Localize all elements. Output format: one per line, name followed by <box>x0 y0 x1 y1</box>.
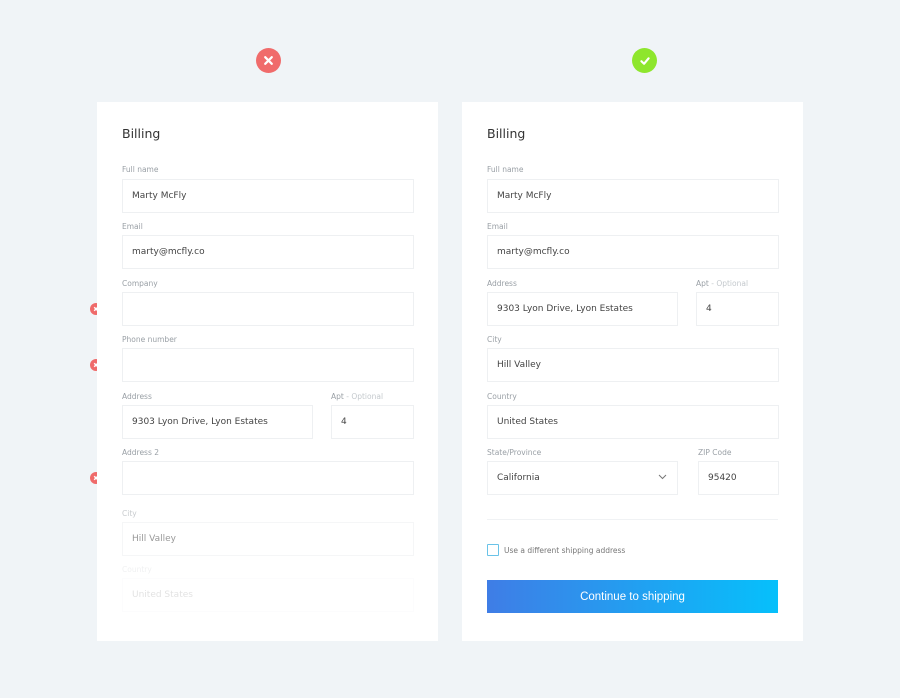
zip-input[interactable]: 95420 <box>698 461 779 495</box>
divider <box>487 519 778 520</box>
city-input[interactable]: Hill Valley <box>487 348 779 382</box>
optional-hint: - Optional <box>346 392 384 401</box>
label-city: City <box>122 509 137 518</box>
email-input[interactable]: marty@mcfly.co <box>122 235 414 269</box>
good-example-icon <box>632 48 657 73</box>
country-input[interactable]: United States <box>487 405 779 439</box>
label-apt: Apt - Optional <box>331 392 383 401</box>
apt-input[interactable]: 4 <box>331 405 414 439</box>
label-address: Address <box>122 392 152 401</box>
company-input[interactable] <box>122 292 414 326</box>
optional-hint: - Optional <box>711 279 749 288</box>
label-full-name: Full name <box>487 165 524 174</box>
label-apt: Apt - Optional <box>696 279 748 288</box>
apt-label-text: Apt <box>696 279 709 288</box>
bad-billing-form: Billing Full name Marty McFly Email mart… <box>97 102 438 641</box>
address-input[interactable]: 9303 Lyon Drive, Lyon Estates <box>487 292 678 326</box>
apt-input[interactable]: 4 <box>696 292 779 326</box>
phone-input[interactable] <box>122 348 414 382</box>
label-zip: ZIP Code <box>698 448 732 457</box>
label-address-2: Address 2 <box>122 448 160 457</box>
form-title: Billing <box>122 126 161 141</box>
label-email: Email <box>122 222 143 231</box>
state-value: California <box>497 473 540 483</box>
full-name-input[interactable]: Marty McFly <box>122 179 414 213</box>
label-address: Address <box>487 279 517 288</box>
label-full-name: Full name <box>122 165 159 174</box>
label-state: State/Province <box>487 448 542 457</box>
address-2-input[interactable] <box>122 461 414 495</box>
address-input[interactable]: 9303 Lyon Drive, Lyon Estates <box>122 405 313 439</box>
full-name-input[interactable]: Marty McFly <box>487 179 779 213</box>
shipping-address-checkbox[interactable] <box>487 544 499 556</box>
label-phone: Phone number <box>122 335 177 344</box>
chevron-down-icon <box>658 474 667 480</box>
label-country: Country <box>487 392 517 401</box>
state-select[interactable]: California <box>487 461 678 495</box>
good-billing-form: Billing Full name Marty McFly Email mart… <box>462 102 803 641</box>
country-input[interactable]: United States <box>122 578 414 612</box>
bad-example-icon <box>256 48 281 73</box>
form-title: Billing <box>487 126 526 141</box>
checkbox-label[interactable]: Use a different shipping address <box>504 546 625 555</box>
continue-to-shipping-button[interactable]: Continue to shipping <box>487 580 778 613</box>
label-city: City <box>487 335 502 344</box>
label-company: Company <box>122 279 158 288</box>
label-email: Email <box>487 222 508 231</box>
label-country: Country <box>122 565 152 574</box>
apt-label-text: Apt <box>331 392 344 401</box>
city-input[interactable]: Hill Valley <box>122 522 414 556</box>
email-input[interactable]: marty@mcfly.co <box>487 235 779 269</box>
